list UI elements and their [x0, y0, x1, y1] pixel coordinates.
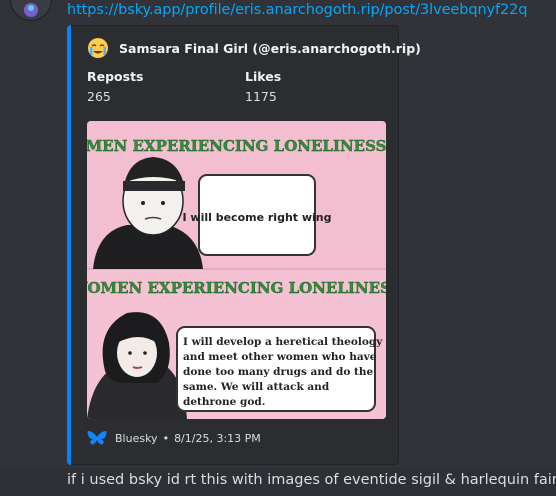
field-likes-value: 1175 — [245, 89, 277, 104]
bottom-bubble-line: dethrone god. — [183, 396, 265, 408]
field-reposts-label: Reposts — [87, 69, 144, 84]
bottom-heading: WOMEN EXPERIENCING LONELINESS — [87, 279, 386, 297]
user-avatar[interactable] — [11, 0, 51, 20]
bluesky-butterfly-icon — [87, 431, 107, 445]
bluesky-embed: Samsara Final Girl (@eris.anarchogoth.ri… — [67, 25, 421, 465]
embed-footer: Bluesky • 8/1/25, 3:13 PM — [87, 430, 261, 446]
bottom-bubble-line: done too many drugs and do the — [183, 366, 373, 378]
message-text: if i used bsky id rt this with images of… — [67, 472, 556, 488]
field-reposts-value: 265 — [87, 89, 111, 104]
field-likes-label: Likes — [245, 69, 282, 84]
footer-timestamp: 8/1/25, 3:13 PM — [174, 431, 261, 445]
footer-provider: Bluesky — [115, 431, 158, 445]
footer-separator: • — [162, 431, 170, 445]
bottom-bubble-line: same. We will attack and — [183, 381, 330, 393]
face-with-tears-emoji — [88, 38, 108, 58]
bottom-bubble-line: I will develop a heretical theology — [183, 336, 383, 348]
embed-author-name: Samsara Final Girl (@eris.anarchogoth.ri… — [119, 40, 421, 56]
top-bubble-text: I will become right wing — [182, 211, 331, 224]
bottom-bubble-line: and meet other women who have — [183, 351, 377, 363]
top-heading: MEN EXPERIENCING LONELINESS — [87, 137, 386, 155]
embed-author[interactable]: Samsara Final Girl (@eris.anarchogoth.ri… — [87, 36, 421, 60]
embed-image[interactable]: I will become right wing MEN EXPERIENCIN… — [87, 121, 386, 419]
post-link[interactable]: https://bsky.app/profile/eris.anarchogot… — [67, 2, 527, 18]
